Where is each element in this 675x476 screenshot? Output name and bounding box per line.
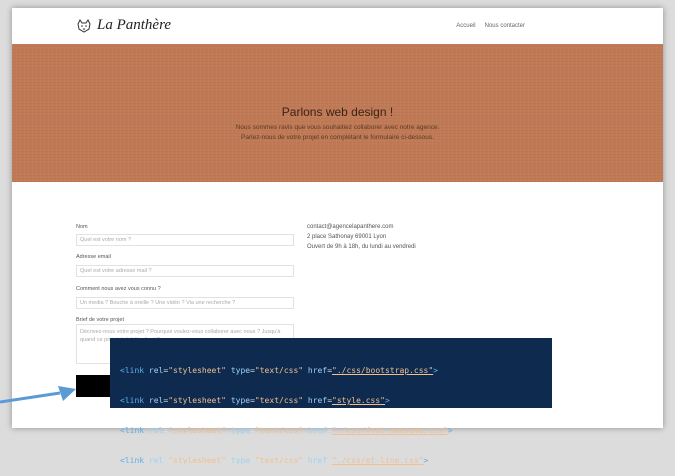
code-href: "./css/font-awesome.css"	[332, 426, 448, 435]
code-line: <link rel="stylesheet" type="text/css" h…	[120, 366, 438, 375]
hero-title: Parlons web design !	[281, 105, 394, 119]
code-rel: "stylesheet"	[168, 366, 226, 375]
code-href: "./css/bootstrap.css"	[332, 366, 434, 375]
code-tag: <link	[120, 426, 145, 435]
logo[interactable]: La Panthère	[76, 17, 171, 34]
code-type: "text/css"	[254, 426, 304, 435]
panther-icon	[77, 18, 91, 33]
code-type: "text/css"	[254, 396, 304, 405]
arrow-icon	[0, 386, 76, 404]
contact-email[interactable]: contact@agencelapanthere.com	[307, 224, 393, 230]
code-tag: <link	[120, 456, 145, 465]
hero-subtitle-line-1: Nous sommes ravis que vous souhaitiez co…	[235, 124, 440, 131]
logo-text: La Panthère	[97, 17, 172, 33]
code-type: "text/css"	[254, 366, 304, 375]
brief-label: Brief de votre projet	[76, 317, 124, 323]
code-rel: "stylesheet"	[168, 456, 226, 465]
email-input[interactable]: Quel est votre adresse mail ?	[76, 265, 294, 277]
code-rel: "stylesheet"	[168, 396, 226, 405]
email-label: Adresse email	[76, 254, 111, 260]
hero-banner: Parlons web design ! Nous sommes ravis q…	[12, 44, 663, 182]
code-tag: <link	[120, 396, 145, 405]
code-rel: "stylesheet"	[168, 426, 226, 435]
code-href: "style.css"	[332, 396, 385, 405]
nav-link-contact[interactable]: Nous contacter	[485, 23, 525, 29]
source-label: Comment nous avez vous connu ?	[76, 286, 161, 292]
name-label: Nom	[76, 224, 88, 230]
contact-hours: Ouvert de 9h à 18h, du lundi au vendredi	[307, 244, 416, 250]
code-snippet: <link rel="stylesheet" type="text/css" h…	[110, 338, 552, 465]
code-tag: <link	[120, 366, 145, 375]
navbar: La Panthère Accueil Nous contacter	[12, 8, 663, 44]
code-line: <link rel="stylesheet" type="text/css" h…	[120, 426, 453, 435]
main-nav: Accueil Nous contacter	[456, 23, 525, 29]
code-href: "./css/et-line.css"	[332, 456, 424, 465]
hero-subtitle-line-2: Parlez-nous de votre projet en complétan…	[241, 134, 434, 141]
name-input[interactable]: Quel est votre nom ?	[76, 234, 294, 246]
source-input[interactable]: Un media ? Bouche à oreille ? Une vidéo …	[76, 297, 294, 309]
code-line: <link rel="stylesheet" type="text/css" h…	[120, 456, 429, 465]
contact-address: 2 place Sathonay 69001 Lyon	[307, 234, 387, 240]
code-type: "text/css"	[254, 456, 304, 465]
nav-link-home[interactable]: Accueil	[456, 23, 475, 29]
